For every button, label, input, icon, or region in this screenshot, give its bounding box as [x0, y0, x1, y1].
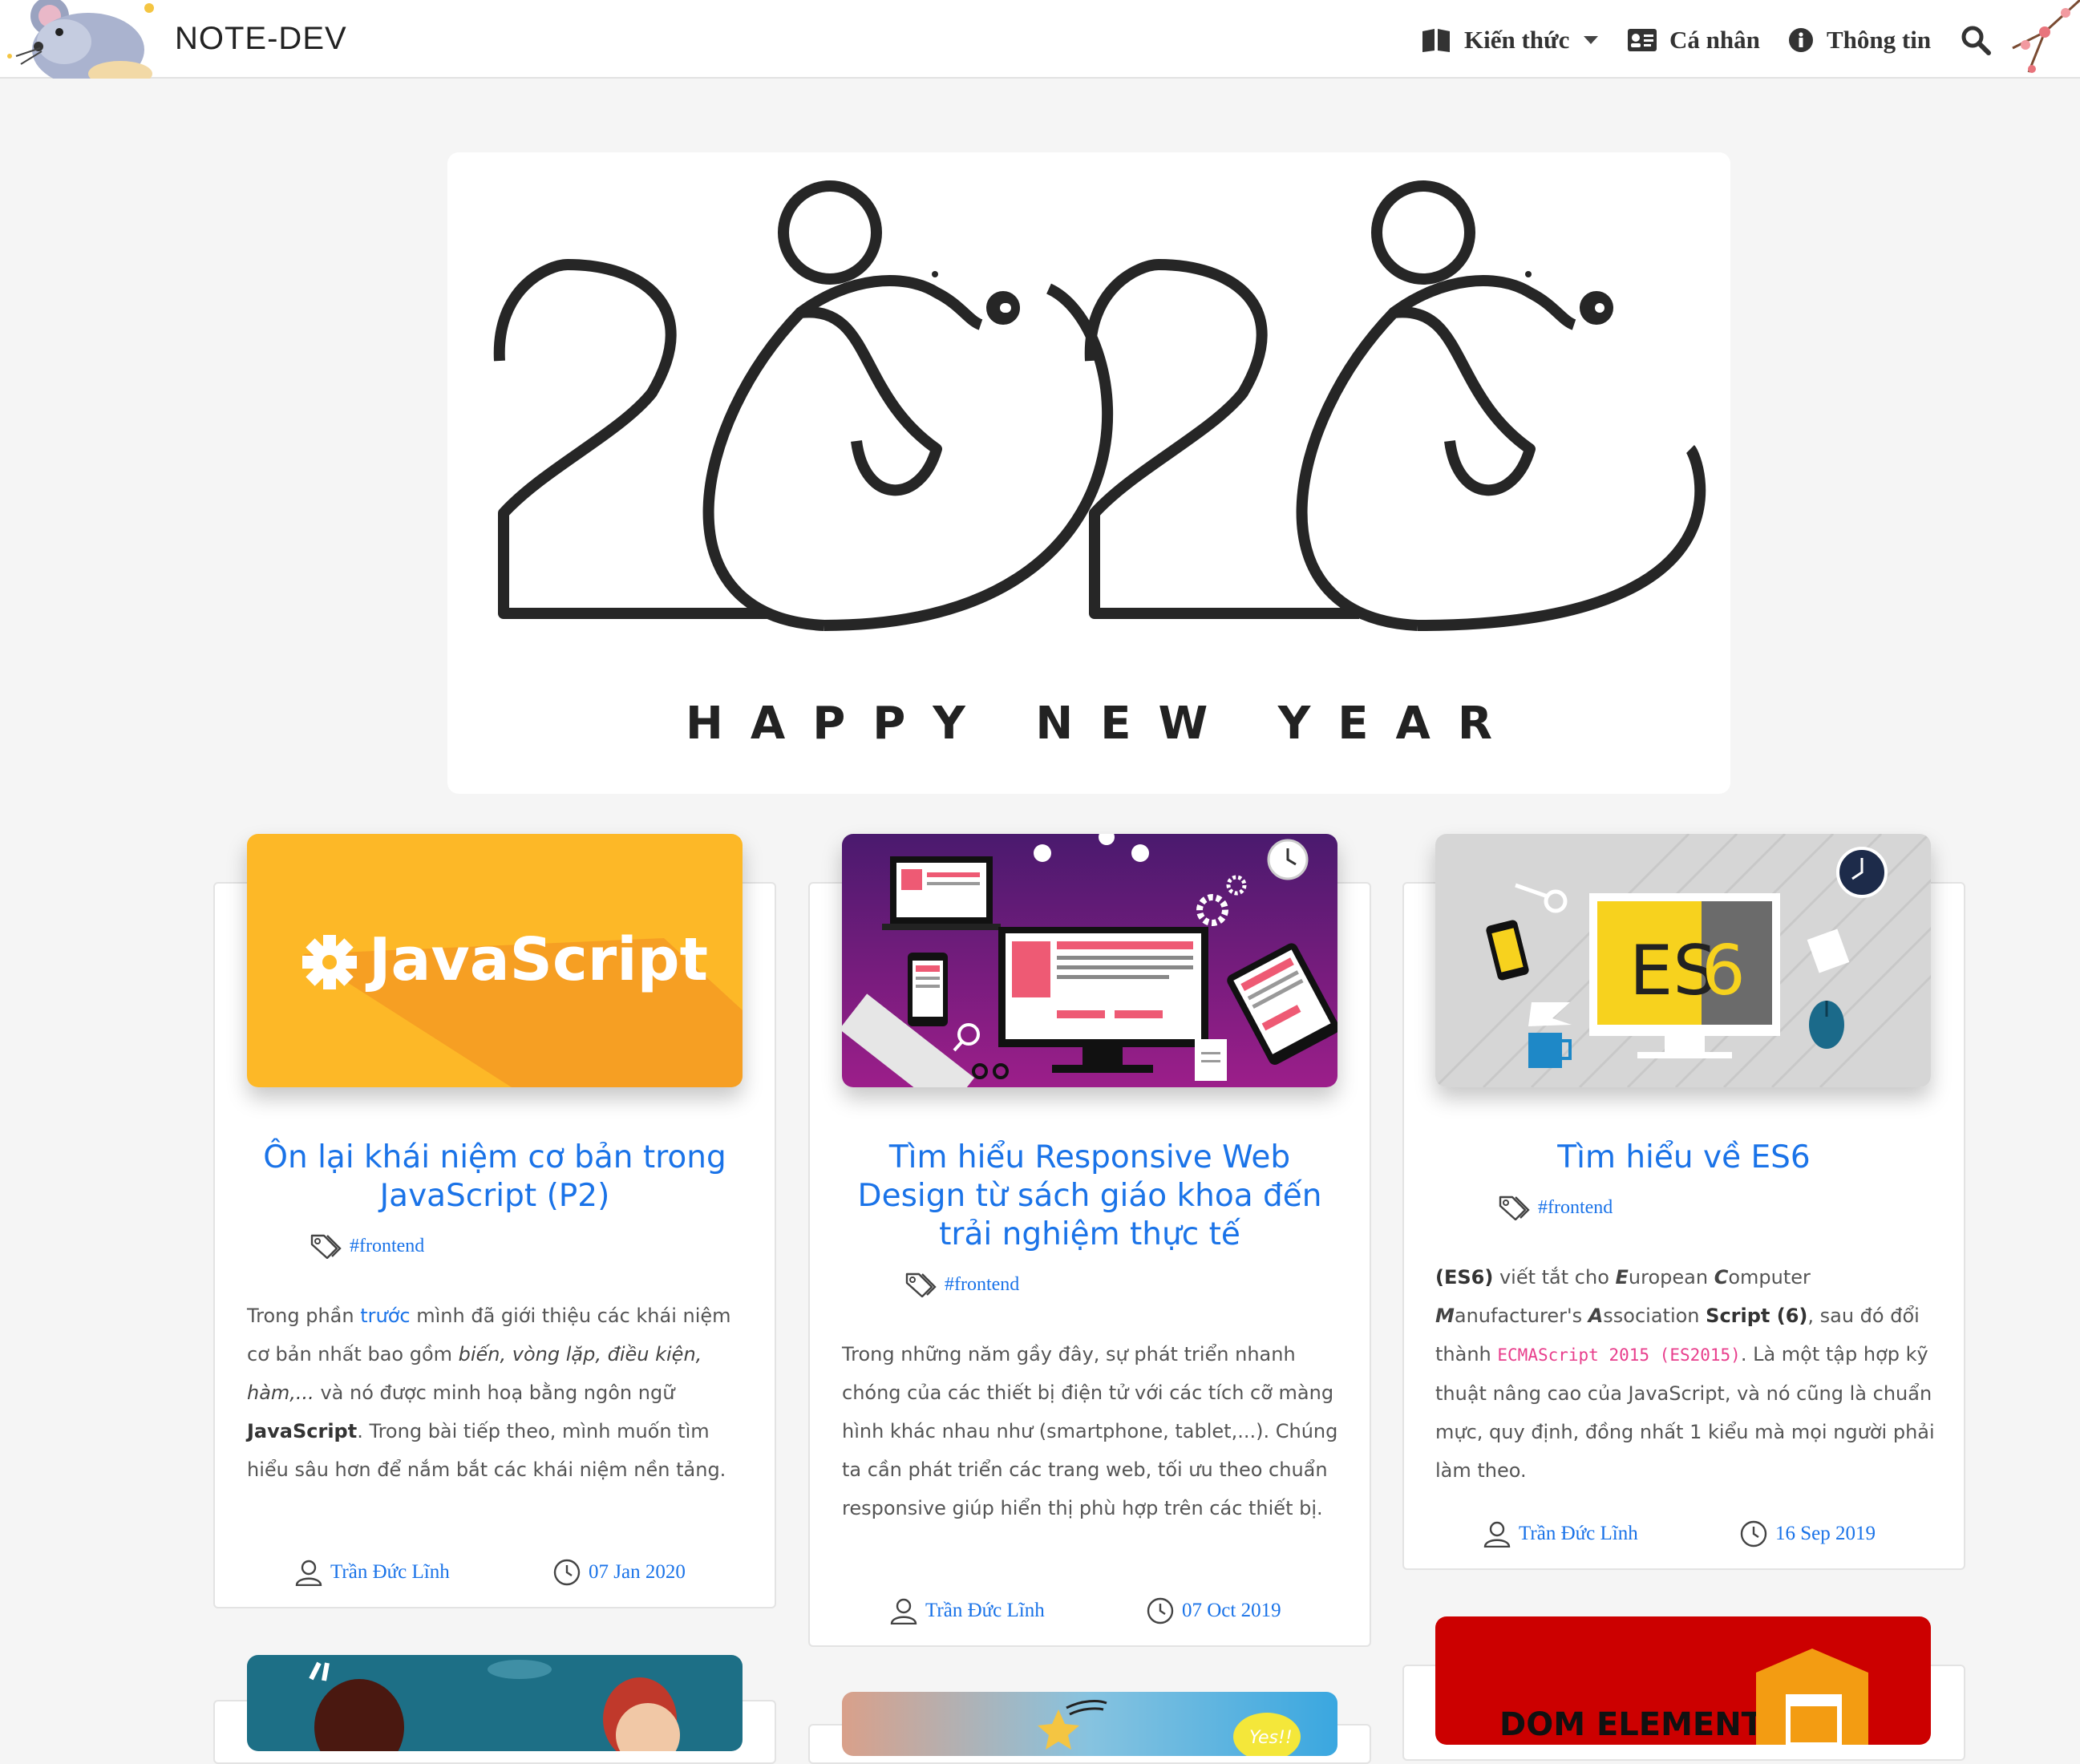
plum-blossom-icon: [2012, 0, 2080, 73]
tags-icon: [905, 1272, 937, 1297]
post-title[interactable]: Ôn lại khái niệm cơ bản trong JavaScript…: [238, 1139, 751, 1216]
post-author-name: Trần Đức Lĩnh: [1519, 1523, 1638, 1544]
post-date-text: 16 Sep 2019: [1775, 1523, 1876, 1544]
clock-icon: [553, 1559, 581, 1586]
clock-icon: [1740, 1520, 1767, 1548]
gear-icon: [302, 935, 357, 989]
post-date: 07 Oct 2019: [1147, 1597, 1281, 1624]
thumb-javascript-text: JavaScript: [365, 925, 708, 994]
post-excerpt: Trong phần trước mình đã giới thiệu các …: [247, 1305, 731, 1481]
new-year-banner[interactable]: HAPPY NEW YEAR: [447, 152, 1730, 794]
user-icon: [1483, 1521, 1511, 1548]
dom-elements-text: DOM ELEMENTS: [1499, 1706, 1787, 1743]
post-thumbnail-partial[interactable]: Yes!!: [842, 1692, 1337, 1756]
nav-kien-thuc[interactable]: Kiến thức: [1421, 22, 1599, 58]
info-circle-icon: [1789, 28, 1813, 52]
clock-icon: [1147, 1597, 1174, 1624]
nav-thong-tin[interactable]: Thông tin: [1788, 22, 1931, 58]
post-author[interactable]: Trần Đức Lĩnh: [890, 1597, 1045, 1624]
book-icon: [1422, 29, 1450, 52]
nav-ca-nhan[interactable]: Cá nhân: [1628, 22, 1760, 58]
site-brand[interactable]: NOTE-DEV: [175, 21, 347, 57]
nav-ca-nhan-label: Cá nhân: [1669, 26, 1760, 54]
user-icon: [295, 1560, 322, 1586]
tags-icon: [1499, 1196, 1530, 1220]
post-thumbnail-javascript[interactable]: JavaScript: [247, 834, 743, 1087]
user-icon: [890, 1598, 917, 1624]
previous-post-link[interactable]: trước: [360, 1305, 410, 1327]
search-icon[interactable]: [1960, 24, 1992, 56]
post-tag[interactable]: #frontend: [310, 1233, 424, 1259]
nav-kien-thuc-label: Kiến thức: [1464, 26, 1570, 54]
post-thumbnail-es6[interactable]: ES 6: [1435, 834, 1931, 1087]
post-tag-label: #frontend: [350, 1235, 425, 1256]
post-author[interactable]: Trần Đức Lĩnh: [295, 1559, 450, 1586]
post-date-text: 07 Oct 2019: [1182, 1600, 1281, 1621]
post-thumbnail-partial[interactable]: DOM ELEMENTS: [1435, 1616, 1931, 1745]
post-date: 07 Jan 2020: [553, 1559, 686, 1586]
post-thumbnail-responsive[interactable]: [842, 834, 1337, 1087]
post-date: 16 Sep 2019: [1740, 1520, 1876, 1548]
post-author-name: Trần Đức Lĩnh: [330, 1561, 450, 1583]
post-tag-label: #frontend: [945, 1273, 1020, 1295]
post-author[interactable]: Trần Đức Lĩnh: [1483, 1520, 1638, 1548]
post-tag[interactable]: #frontend: [1498, 1195, 1613, 1220]
post-tag-label: #frontend: [1538, 1196, 1613, 1218]
post-author-name: Trần Đức Lĩnh: [925, 1600, 1045, 1621]
post-date-text: 07 Jan 2020: [589, 1561, 686, 1583]
happy-new-year-text: HAPPY NEW YEAR: [686, 698, 1520, 750]
year-2020-mouse-illustration: [493, 180, 1706, 631]
top-navbar: NOTE-DEV Kiến thức Cá nhân Thông tin: [0, 0, 2080, 79]
post-excerpt: Trong những năm gầy đây, sự phát triển n…: [842, 1343, 1338, 1519]
post-thumbnail-partial[interactable]: [247, 1655, 743, 1751]
thumb-6-text: 6: [1702, 931, 1746, 1011]
post-title[interactable]: Tìm hiểu Responsive Web Design từ sách g…: [833, 1139, 1346, 1254]
post-tag[interactable]: #frontend: [904, 1272, 1019, 1297]
yes-badge-text: Yes!!: [1249, 1728, 1293, 1748]
tags-icon: [310, 1234, 342, 1259]
id-card-icon: [1628, 29, 1657, 51]
chevron-down-icon: [1584, 36, 1599, 44]
post-excerpt: (ES6) viết tắt cho European Computer Man…: [1435, 1266, 1935, 1482]
nav-thong-tin-label: Thông tin: [1827, 26, 1932, 54]
post-title[interactable]: Tìm hiểu về ES6: [1427, 1139, 1940, 1177]
